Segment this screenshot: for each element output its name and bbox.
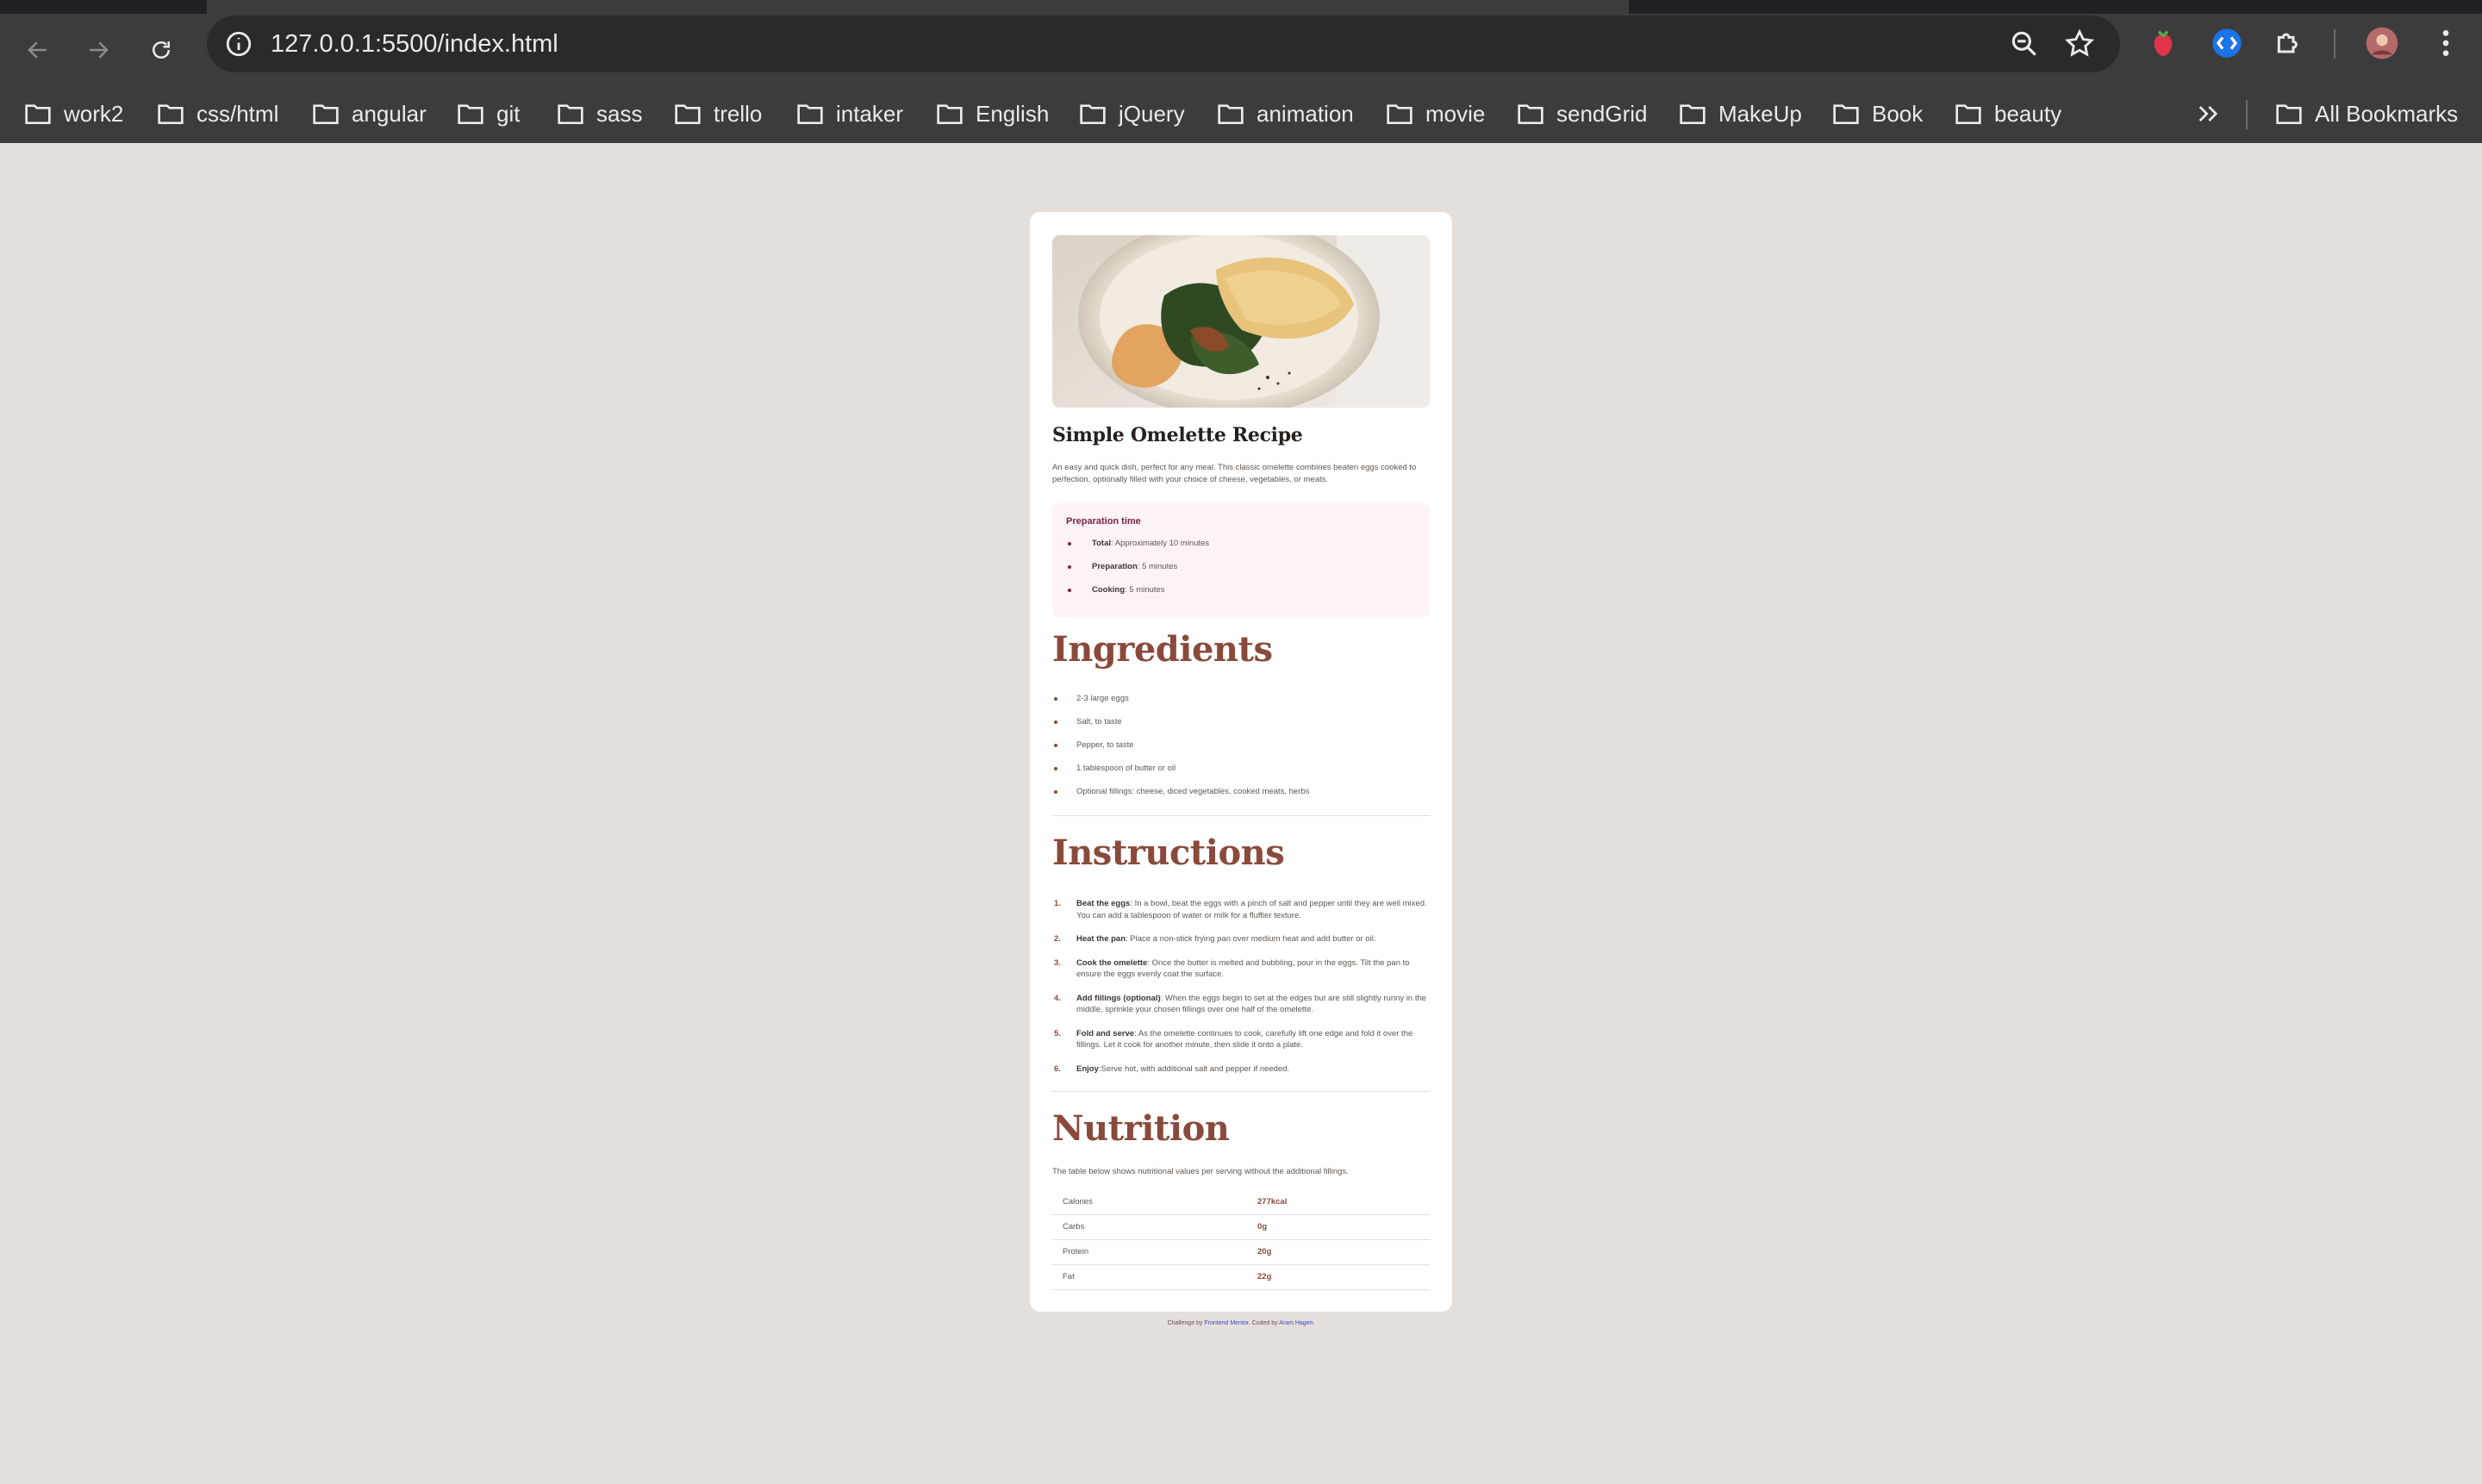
list-item: Optional fillings: cheese, diced vegetab… xyxy=(1052,786,1309,809)
table-row: Carbs 0g xyxy=(1052,1214,1430,1240)
list-item: Salt, to taste xyxy=(1052,716,1309,739)
star-icon[interactable] xyxy=(2063,28,2096,60)
preparation-heading: Preparation time xyxy=(1066,516,1141,527)
info-icon[interactable] xyxy=(224,29,253,59)
recipe-intro: An easy and quick dish, perfect for any … xyxy=(1052,463,1417,484)
shazam-extension-icon[interactable] xyxy=(2210,26,2244,60)
strawberry-extension-icon[interactable] xyxy=(2146,26,2180,60)
list-item: Preparation: 5 minutes xyxy=(1066,561,1209,584)
list-item: 2-3 large eggs xyxy=(1052,693,1309,716)
table-row: Fat 22g xyxy=(1052,1264,1430,1290)
nutrition-heading: Nutrition xyxy=(1052,1108,1230,1149)
bookmark-folder[interactable]: English xyxy=(936,97,1049,131)
list-item: Cooking: 5 minutes xyxy=(1066,584,1209,608)
arrow-right-icon xyxy=(90,41,109,59)
list-item: 1. Beat the eggs: In a bowl, beat the egg… xyxy=(1054,899,1427,920)
bookmarks-bar: work2 css/html angular git sass trello i… xyxy=(0,86,2482,143)
list-item: 5. Fold and serve: As the omelette contin… xyxy=(1054,1028,1413,1051)
puzzle-icon[interactable] xyxy=(2272,26,2306,60)
bookmark-folder[interactable]: MakeUp xyxy=(1679,97,1802,131)
folder-icon xyxy=(1680,104,1706,124)
browser-toolbar: 127.0.0.1:5500/index.html xyxy=(0,14,2482,86)
folder-icon xyxy=(2276,104,2302,124)
folder-icon xyxy=(1833,104,1859,124)
folder-icon xyxy=(675,104,701,124)
folder-icon xyxy=(1218,104,1244,124)
omelette-image xyxy=(1052,235,1430,408)
folder-icon xyxy=(797,104,823,124)
ingredients-heading: Ingredients xyxy=(1052,629,1273,670)
list-item: 1 tablespoon of butter or oil xyxy=(1052,763,1309,786)
preparation-list: Total: Approximately 10 minutes Preparat… xyxy=(1066,538,1209,608)
bookmarks-divider xyxy=(2246,100,2248,129)
folder-icon xyxy=(458,104,483,124)
bookmarks-overflow-button[interactable] xyxy=(2194,97,2222,131)
avatar[interactable] xyxy=(2365,26,2399,60)
reload-button[interactable] xyxy=(140,29,182,71)
bookmark-folder[interactable]: beauty xyxy=(1955,97,2061,131)
bookmark-folder[interactable]: work2 xyxy=(24,97,123,131)
bookmark-folder[interactable]: intaker xyxy=(796,97,903,131)
tab-strip xyxy=(0,0,2482,14)
bookmark-folder[interactable]: movie xyxy=(1386,97,1485,131)
folder-icon xyxy=(937,104,963,124)
url-text[interactable]: 127.0.0.1:5500/index.html xyxy=(271,29,558,59)
recipe-title: Simple Omelette Recipe xyxy=(1052,424,1303,446)
instructions-heading: Instructions xyxy=(1052,832,1285,873)
bookmark-folder[interactable]: animation xyxy=(1217,97,1354,131)
folder-icon xyxy=(313,104,339,124)
list-item: 2. Heat the pan: Place a non-stick frying… xyxy=(1054,934,1376,944)
omelette-illustration xyxy=(1052,235,1430,408)
folder-icon xyxy=(1387,104,1412,124)
bookmark-folder[interactable]: sass xyxy=(557,97,642,131)
instructions-list: 1. Beat the eggs: In a bowl, beat the egg… xyxy=(1052,898,1430,1087)
folder-icon xyxy=(558,104,583,124)
forward-button[interactable] xyxy=(78,29,119,71)
bookmark-folder[interactable]: jQuery xyxy=(1079,97,1185,131)
folder-icon xyxy=(158,104,184,124)
arrow-left-icon xyxy=(28,41,47,59)
table-row: Protein 20g xyxy=(1052,1239,1430,1265)
address-bar[interactable]: 127.0.0.1:5500/index.html xyxy=(207,16,2120,72)
section-divider xyxy=(1052,815,1430,816)
frontend-mentor-link[interactable]: Frontend Mentor xyxy=(1204,1320,1248,1326)
chevrons-right-icon xyxy=(2198,106,2218,122)
table-row: Calories 277kcal xyxy=(1052,1189,1430,1215)
bookmark-folder[interactable]: trello xyxy=(674,97,762,131)
author-link[interactable]: Aram Hagen xyxy=(1279,1320,1313,1326)
preparation-time-box: Preparation time Total: Approximately 10… xyxy=(1052,503,1430,617)
folder-icon xyxy=(1955,104,1981,124)
list-item: Total: Approximately 10 minutes xyxy=(1066,538,1209,561)
recipe-card: Simple Omelette Recipe An easy and quick… xyxy=(1030,212,1452,1312)
section-divider xyxy=(1052,1091,1430,1092)
toolbar-divider xyxy=(2334,29,2335,59)
active-tab[interactable] xyxy=(207,0,1629,14)
folder-icon xyxy=(1080,104,1106,124)
all-bookmarks-button[interactable]: All Bookmarks xyxy=(2275,97,2458,131)
zoom-icon[interactable] xyxy=(2008,28,2041,60)
list-item: 4. Add fillings (optional): When the eggs… xyxy=(1054,993,1427,1015)
list-item: Pepper, to taste xyxy=(1052,739,1309,763)
bookmark-folder[interactable]: git xyxy=(457,97,520,131)
ingredients-list: 2-3 large eggs Salt, to taste Pepper, to… xyxy=(1052,693,1309,809)
nutrition-description: The table below shows nutritional values… xyxy=(1052,1167,1349,1176)
bookmark-folder[interactable]: Book xyxy=(1832,97,1923,131)
browser-chrome: 127.0.0.1:5500/index.html work2 css/html… xyxy=(0,0,2482,143)
back-button[interactable] xyxy=(17,29,59,71)
reload-icon xyxy=(153,41,170,59)
kebab-menu-icon[interactable] xyxy=(2429,26,2463,60)
folder-icon xyxy=(25,104,51,124)
bookmark-folder[interactable]: angular xyxy=(312,97,427,131)
list-item: 3. Cook the omelette: Once the butter is … xyxy=(1054,957,1410,980)
list-item: 6. Enjoy:Serve hot, with additional salt … xyxy=(1054,1063,1290,1074)
attribution: Challenge by Frontend Mentor. Coded by A… xyxy=(1167,1320,1315,1326)
bookmark-folder[interactable]: sendGrid xyxy=(1517,97,1648,131)
folder-icon xyxy=(1518,104,1543,124)
nutrition-table: Calories 277kcal Carbs 0g Protein 20g Fat 22… xyxy=(1052,1189,1430,1290)
bookmark-folder[interactable]: css/html xyxy=(157,97,278,131)
